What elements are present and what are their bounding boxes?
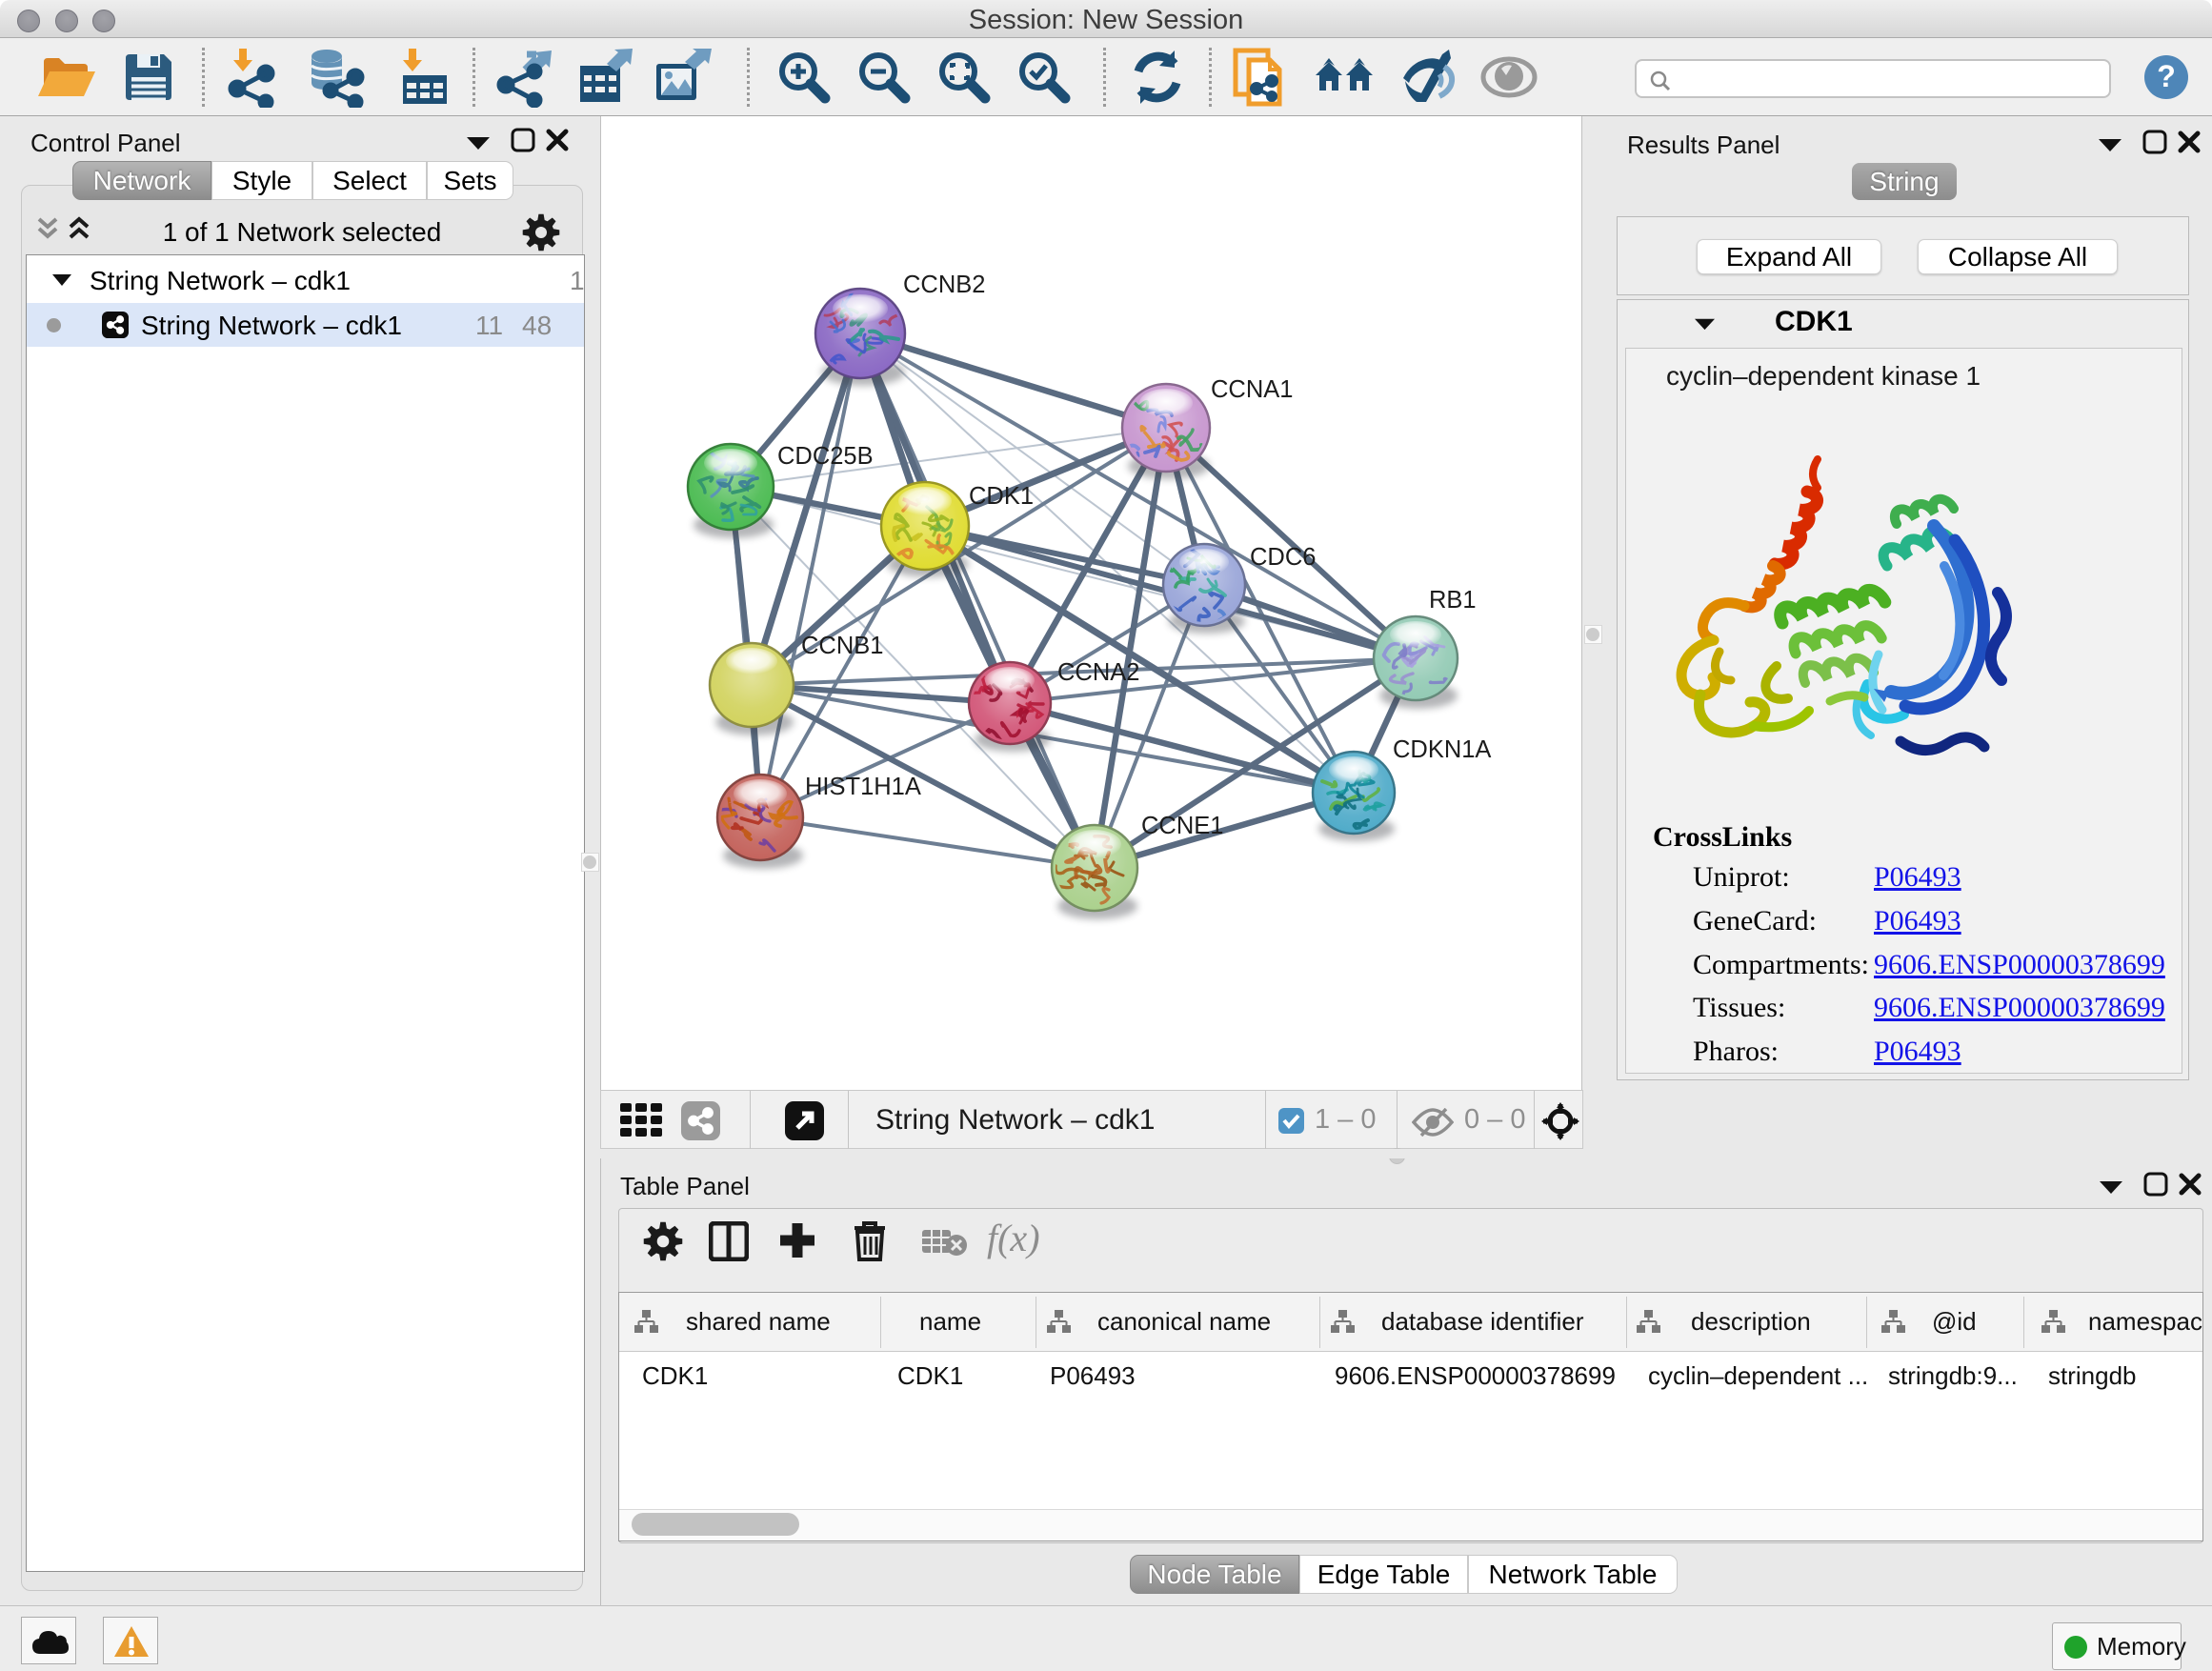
svg-text:RB1: RB1 (1429, 587, 1477, 614)
svg-text:CCNB1: CCNB1 (801, 633, 883, 659)
svg-text:CCNA2: CCNA2 (1057, 659, 1139, 686)
svg-text:?: ? (2157, 59, 2176, 93)
svg-text:CCNA1: CCNA1 (1211, 376, 1293, 403)
svg-text:CDK1: CDK1 (969, 483, 1034, 510)
svg-text:CCNE1: CCNE1 (1141, 813, 1223, 839)
svg-text:HIST1H1A: HIST1H1A (805, 774, 921, 800)
svg-text:CDC6: CDC6 (1250, 544, 1316, 571)
svg-text:CDC25B: CDC25B (777, 443, 874, 470)
svg-text:CDKN1A: CDKN1A (1393, 736, 1491, 763)
svg-text:CCNB2: CCNB2 (903, 272, 985, 298)
